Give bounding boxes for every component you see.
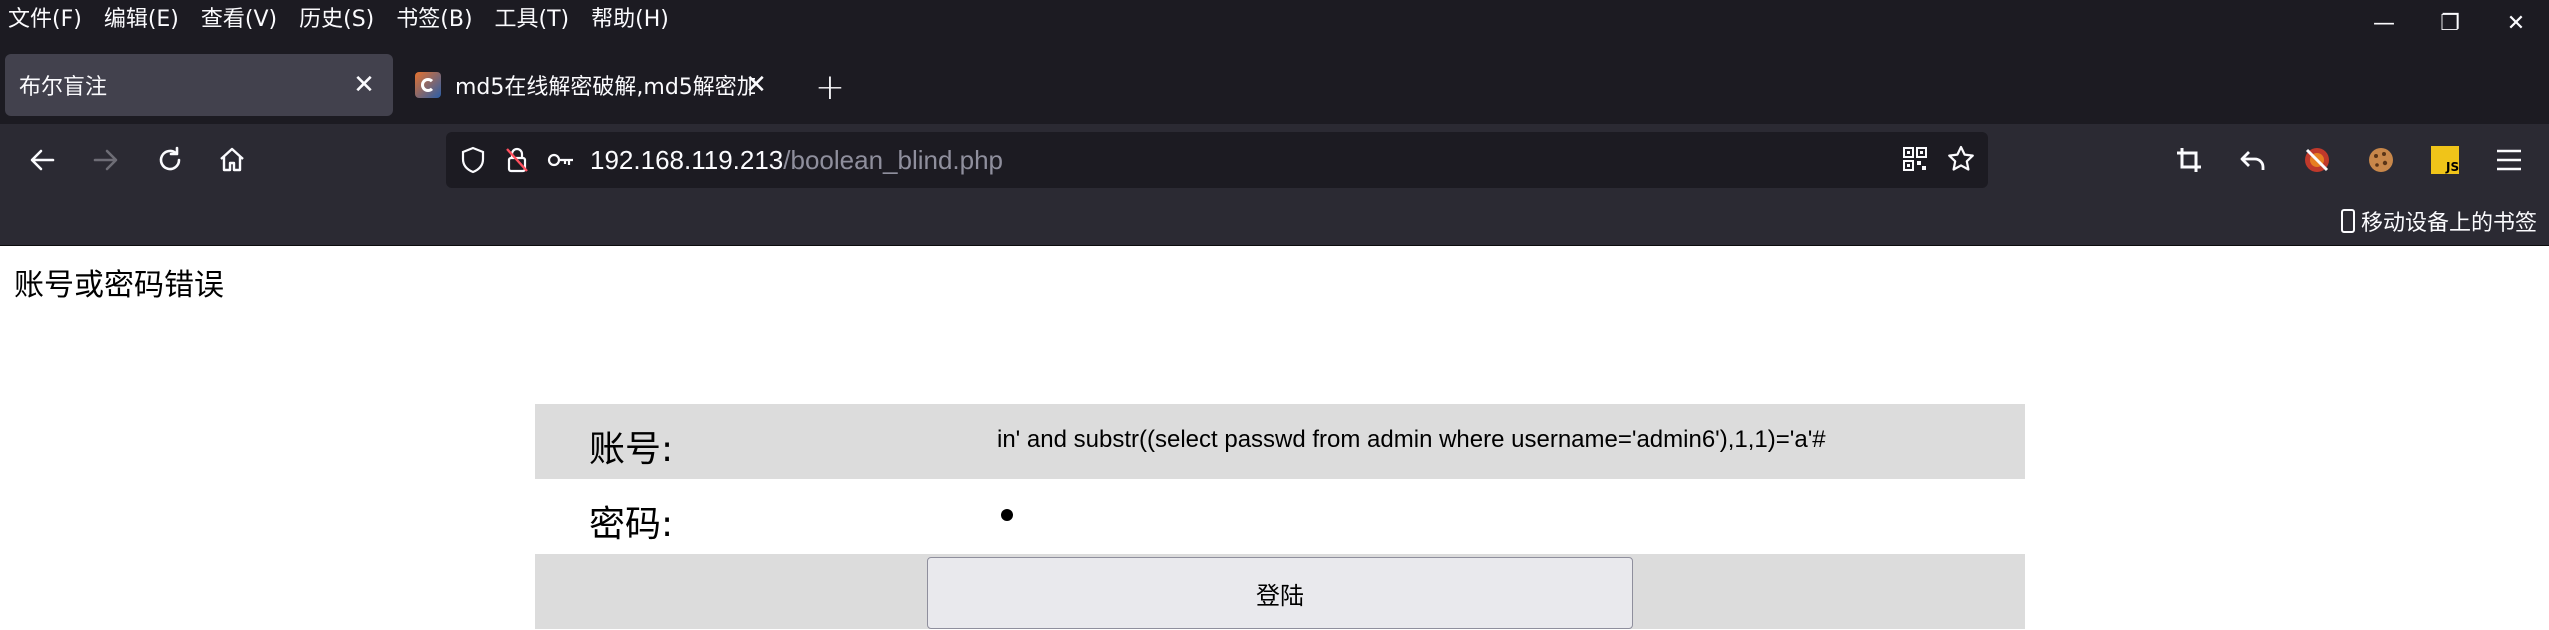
menu-help[interactable]: 帮助(H) bbox=[591, 1, 669, 33]
tab-title: 布尔盲注 bbox=[19, 75, 108, 100]
tab-title: md5在线解密破解,md5解密加密 bbox=[455, 75, 755, 100]
crop-icon[interactable] bbox=[2165, 136, 2213, 184]
key-icon[interactable] bbox=[544, 143, 578, 177]
mobile-bookmarks[interactable]: 移动设备上的书签 bbox=[2340, 204, 2537, 238]
tab-boolean-blind[interactable]: 布尔盲注 ✕ bbox=[5, 54, 393, 116]
menu-history[interactable]: 历史(S) bbox=[299, 1, 374, 33]
password-row: 密码: bbox=[535, 479, 2025, 554]
bookmark-star-icon[interactable] bbox=[1944, 142, 1978, 176]
username-label: 账号: bbox=[589, 429, 674, 470]
menu-tools[interactable]: 工具(T) bbox=[495, 1, 570, 33]
url-host: 192.168.119.213 bbox=[590, 144, 784, 175]
close-tab-icon[interactable]: ✕ bbox=[739, 68, 773, 102]
login-button[interactable]: 登陆 bbox=[927, 557, 1633, 629]
url-bar[interactable]: 192.168.119.213/boolean_blind.php bbox=[446, 132, 1988, 188]
menu-view[interactable]: 查看(V) bbox=[201, 1, 277, 33]
url-path: /boolean_blind.php bbox=[783, 144, 1004, 175]
cookie-icon[interactable] bbox=[2357, 136, 2405, 184]
close-tab-icon[interactable]: ✕ bbox=[347, 68, 381, 102]
qr-code-icon[interactable] bbox=[1898, 142, 1932, 176]
mobile-bookmarks-label: 移动设备上的书签 bbox=[2360, 211, 2537, 236]
url-actions bbox=[1886, 142, 1978, 176]
site-favicon-icon bbox=[415, 72, 441, 98]
tab-strip: 布尔盲注 ✕ md5在线解密破解,md5解密加密 ✕ + bbox=[0, 34, 2549, 124]
phone-icon bbox=[2340, 209, 2355, 233]
password-input[interactable] bbox=[1001, 509, 1013, 521]
new-tab-icon[interactable]: + bbox=[810, 67, 850, 108]
toolbar-icons: JS bbox=[2165, 136, 2549, 184]
extension-blocker-icon[interactable] bbox=[2293, 136, 2341, 184]
error-message: 账号或密码错误 bbox=[14, 268, 224, 303]
shield-icon[interactable] bbox=[456, 143, 490, 177]
menu-bookmarks[interactable]: 书签(B) bbox=[396, 1, 472, 33]
insecure-lock-icon[interactable] bbox=[500, 143, 534, 177]
undo-arrow-icon[interactable] bbox=[2229, 136, 2277, 184]
menu-edit[interactable]: 编辑(E) bbox=[104, 1, 179, 33]
home-icon[interactable] bbox=[208, 136, 256, 184]
page-content: 账号或密码错误 账号: in' and substr((select passw… bbox=[0, 246, 2549, 630]
svg-text:JS: JS bbox=[2445, 160, 2459, 174]
back-icon[interactable] bbox=[18, 136, 66, 184]
tab-md5[interactable]: md5在线解密破解,md5解密加密 ✕ bbox=[405, 54, 785, 116]
bookmarks-bar: 移动设备上的书签 bbox=[0, 196, 2549, 246]
menu-file[interactable]: 文件(F) bbox=[8, 1, 82, 33]
menu-items: 文件(F) 编辑(E) 查看(V) 历史(S) 书签(B) 工具(T) 帮助(H… bbox=[8, 0, 691, 34]
js-extension-icon[interactable]: JS bbox=[2421, 136, 2469, 184]
menu-bar: 文件(F) 编辑(E) 查看(V) 历史(S) 书签(B) 工具(T) 帮助(H… bbox=[0, 0, 2549, 36]
nav-bar: 192.168.119.213/boolean_blind.php JS bbox=[0, 124, 2549, 196]
password-label: 密码: bbox=[589, 504, 674, 545]
url-text[interactable]: 192.168.119.213/boolean_blind.php bbox=[590, 145, 1003, 176]
username-row: 账号: in' and substr((select passwd from a… bbox=[535, 404, 2025, 479]
hamburger-menu-icon[interactable] bbox=[2485, 136, 2533, 184]
reload-icon[interactable] bbox=[146, 136, 194, 184]
username-input[interactable]: in' and substr((select passwd from admin… bbox=[997, 426, 1826, 454]
forward-icon[interactable] bbox=[82, 136, 130, 184]
login-form: 账号: in' and substr((select passwd from a… bbox=[535, 404, 2025, 629]
submit-row: 登陆 bbox=[535, 554, 2025, 629]
